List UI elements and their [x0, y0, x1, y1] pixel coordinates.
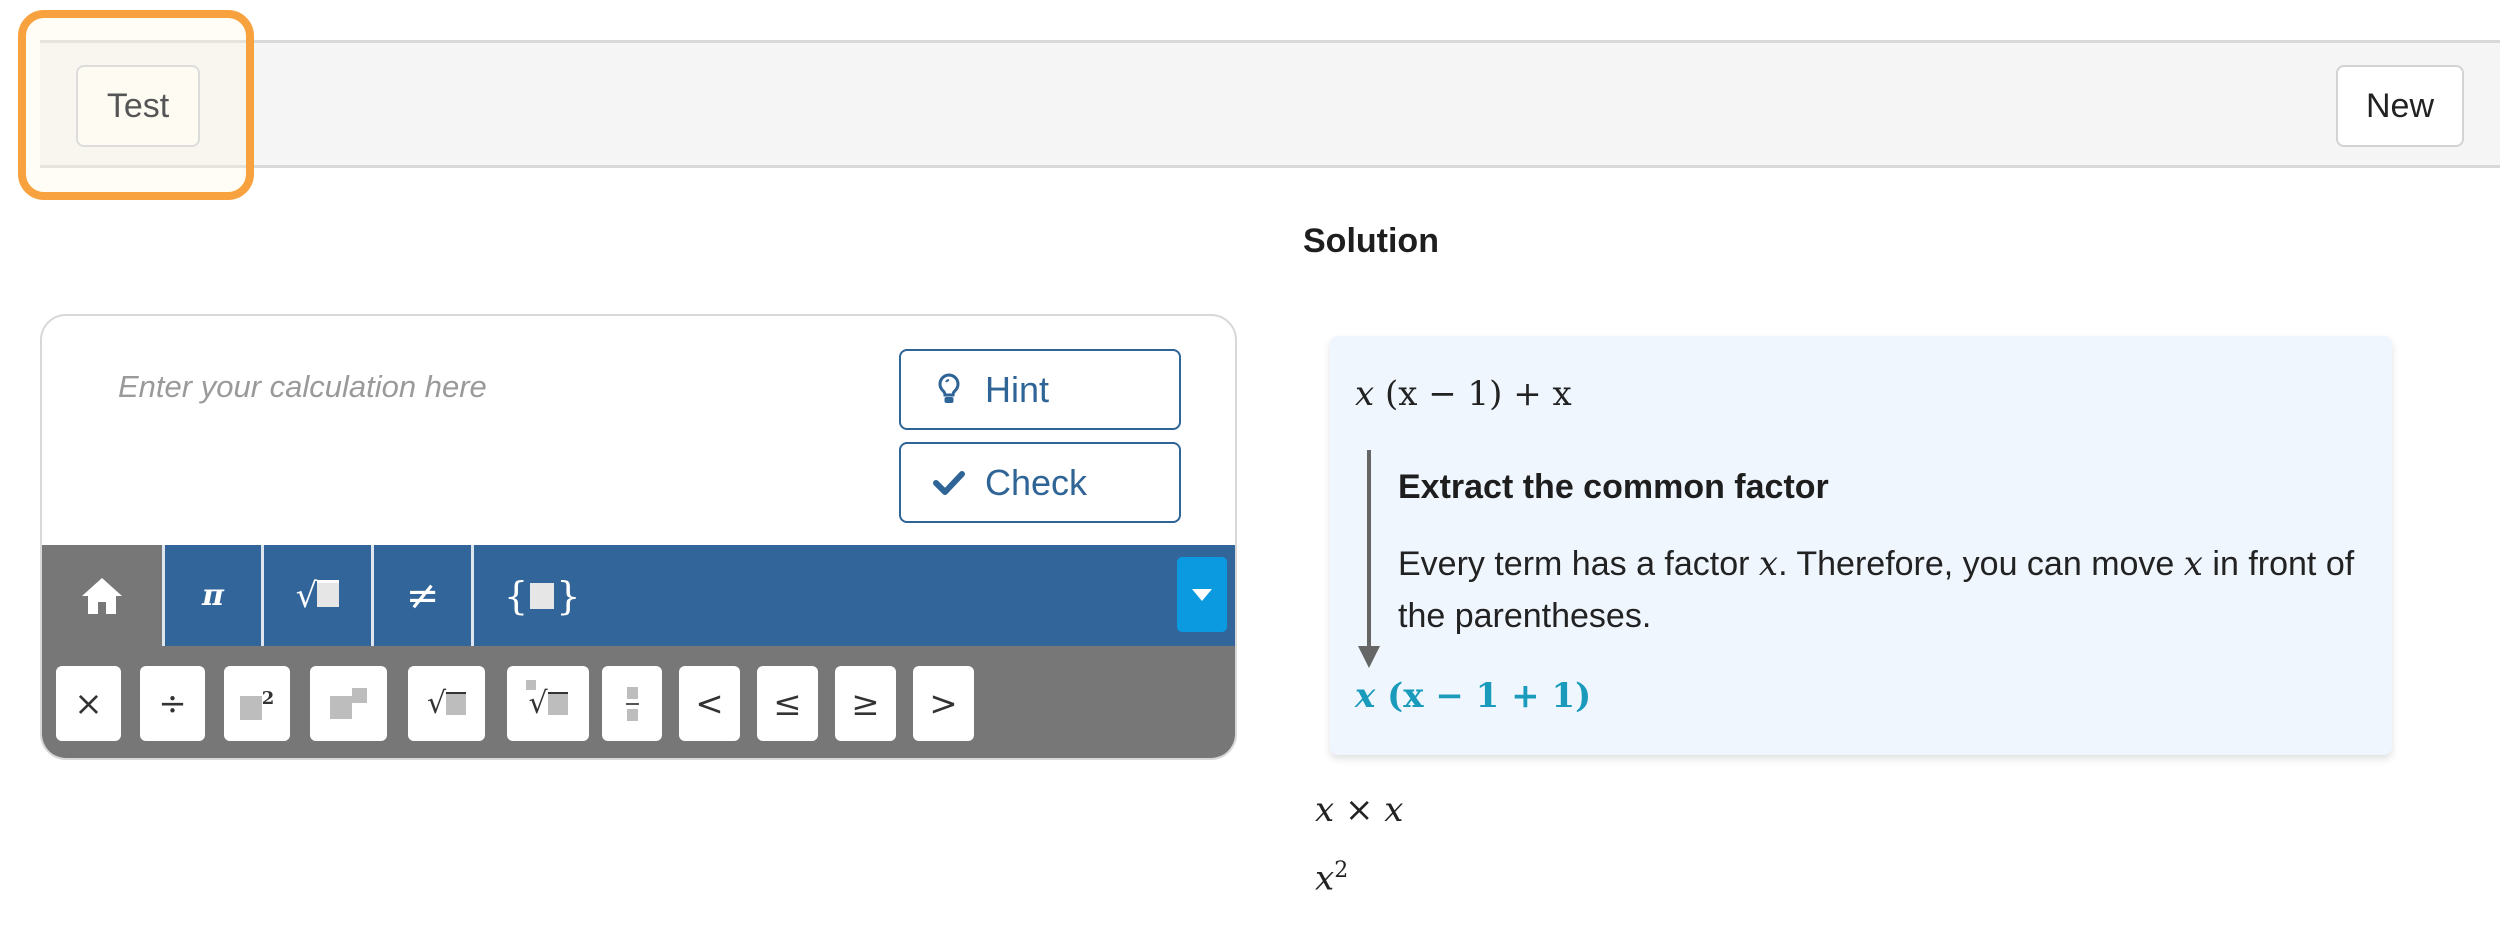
tab-sets[interactable]: {}	[474, 545, 610, 646]
solution-line-2: x2	[1315, 858, 1349, 899]
key-fraction[interactable]	[602, 666, 662, 741]
key-less-than[interactable]: <	[679, 666, 740, 741]
fraction-icon	[625, 686, 639, 721]
key-power[interactable]	[310, 666, 387, 741]
hint-label: Hint	[985, 368, 1050, 410]
solution-line-1: x × x	[1315, 790, 1404, 830]
keyboard-dropdown-button[interactable]	[1177, 557, 1227, 632]
key-greater-than[interactable]: >	[913, 666, 974, 741]
tab-relations[interactable]: ≠	[374, 545, 474, 646]
top-toolbar	[40, 40, 2500, 168]
expression-after: x (x − 1 + 1)	[1355, 676, 1592, 716]
keyboard-tab-bar: π √ ≠ {}	[42, 545, 1235, 646]
sqrt-icon: √	[296, 576, 340, 616]
power-icon	[330, 688, 367, 719]
key-multiply[interactable]: ×	[56, 666, 121, 741]
step-description: Every term has a factor x. Therefore, yo…	[1398, 544, 2355, 635]
tab-roots[interactable]: √	[264, 545, 374, 646]
arrow-down-icon	[1358, 646, 1380, 668]
key-divide[interactable]: ÷	[140, 666, 205, 741]
sqrt-key-icon: √	[427, 686, 467, 721]
check-button[interactable]: Check	[899, 442, 1181, 523]
key-nth-root[interactable]: √	[507, 666, 589, 741]
lightbulb-icon	[927, 372, 971, 407]
home-icon	[82, 577, 122, 614]
key-sqrt[interactable]: √	[408, 666, 485, 741]
solution-step-card: x (x − 1) + x Extract the common factor …	[1330, 336, 2392, 755]
set-braces-icon: {}	[504, 573, 581, 618]
tab-home[interactable]	[42, 545, 162, 646]
key-square[interactable]: 2	[224, 666, 290, 741]
test-button[interactable]: Test	[76, 65, 200, 147]
solution-heading: Solution	[1303, 222, 1439, 260]
key-greater-equal[interactable]: ≥	[835, 666, 896, 741]
calculator-panel: Hint Check π √ ≠ {} × ÷ 2 √	[40, 314, 1237, 760]
step-arrow	[1367, 450, 1371, 650]
tab-constants[interactable]: π	[162, 545, 264, 646]
check-label: Check	[985, 461, 1088, 503]
key-less-equal[interactable]: ≤	[757, 666, 818, 741]
caret-down-icon	[1192, 588, 1212, 601]
checkmark-icon	[927, 470, 971, 496]
step-title: Extract the common factor	[1398, 468, 1829, 506]
nth-root-icon: √	[526, 680, 568, 721]
keyboard-keys: × ÷ 2 √ √ < ≤ ≥ >	[42, 646, 1235, 758]
not-equal-icon: ≠	[405, 572, 440, 619]
hint-button[interactable]: Hint	[899, 349, 1181, 430]
calculation-input[interactable]	[116, 368, 900, 406]
expression-before: x (x − 1) + x	[1355, 374, 1572, 414]
pi-icon: π	[202, 578, 224, 613]
square-icon: 2	[239, 688, 274, 720]
new-button[interactable]: New	[2336, 65, 2464, 147]
